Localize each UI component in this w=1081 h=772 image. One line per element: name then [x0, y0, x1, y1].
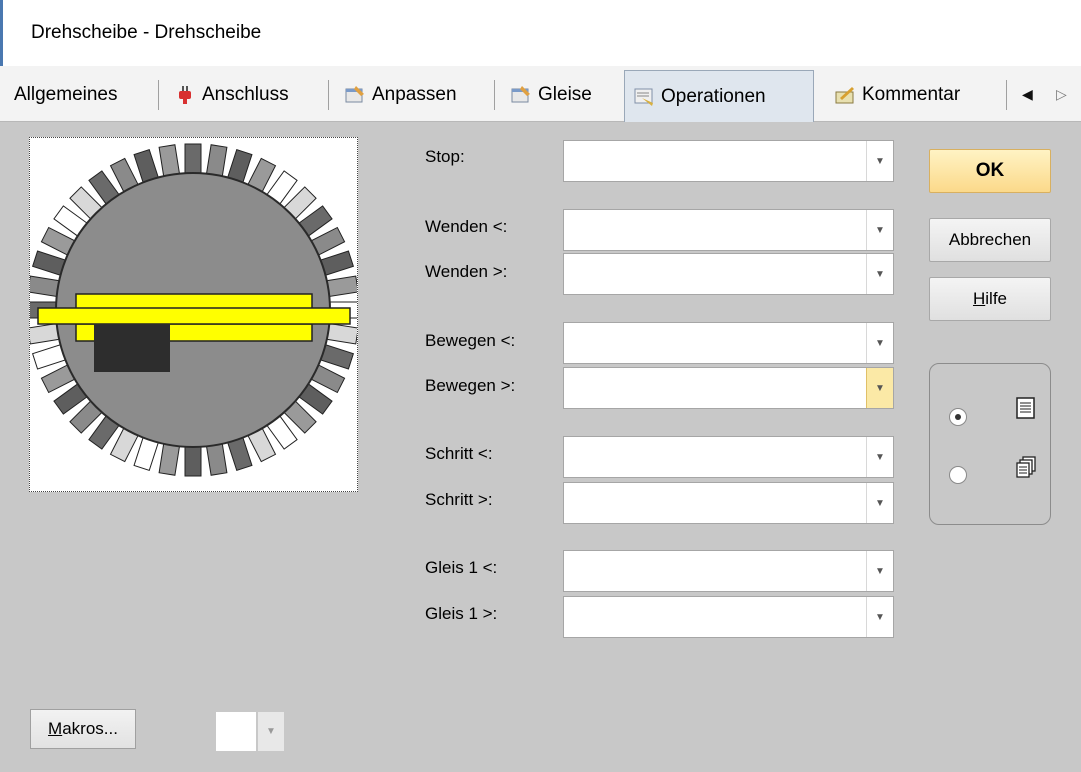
gleis1-left-combo[interactable]: ▼	[563, 550, 894, 592]
plug-icon	[179, 86, 191, 104]
tab-label: Allgemeines	[14, 84, 118, 105]
window-title: Drehscheibe - Drehscheibe	[31, 22, 262, 43]
tab-operationen[interactable]: Operationen	[624, 70, 814, 122]
tab-label: Anpassen	[372, 84, 457, 105]
schritt-right-combo[interactable]: ▼	[563, 482, 894, 524]
field-label-bewegen-left: Bewegen <:	[425, 331, 516, 350]
field-label-stop: Stop:	[425, 147, 465, 166]
chevron-down-icon[interactable]: ▼	[866, 483, 893, 523]
tab-allgemeines[interactable]: Allgemeines	[6, 72, 126, 118]
help-button[interactable]: Hilfe	[929, 277, 1051, 321]
tab-label: Operationen	[661, 85, 766, 107]
field-label-wenden-left: Wenden <:	[425, 217, 508, 236]
tab-label: Gleise	[538, 84, 592, 105]
cancel-button[interactable]: Abbrechen	[929, 218, 1051, 262]
gleis1-right-combo[interactable]: ▼	[563, 596, 894, 638]
field-label-gleis1-left: Gleis 1 <:	[425, 558, 498, 577]
tab-strip: Allgemeines Anschluss Anpassen Gleise Op…	[0, 66, 1081, 122]
pages-view-icon	[1016, 456, 1036, 478]
chevron-down-icon[interactable]: ▼	[866, 210, 893, 250]
field-label-schritt-left: Schritt <:	[425, 444, 493, 463]
turntable-stall	[158, 442, 181, 476]
turntable-preview	[26, 137, 360, 492]
macro-select[interactable]: ▼	[216, 712, 284, 751]
turntable-stall	[158, 144, 181, 178]
turntable-stall	[325, 322, 359, 345]
macros-button[interactable]: Makros...	[30, 709, 136, 749]
ok-button[interactable]: OK	[929, 149, 1051, 193]
view-mode-group	[929, 363, 1051, 525]
turntable-stall	[325, 275, 359, 298]
turntable-stall	[205, 442, 228, 476]
turntable-stall	[205, 144, 228, 178]
field-label-gleis1-right: Gleis 1 >:	[425, 604, 498, 623]
wenden-right-combo[interactable]: ▼	[563, 253, 894, 295]
turntable-stall	[184, 445, 202, 477]
chevron-down-icon[interactable]: ▼	[866, 368, 893, 408]
tracks-icon	[511, 86, 530, 103]
stop-combo[interactable]: ▼	[563, 140, 894, 182]
turntable-stall	[184, 143, 202, 175]
turntable-stall	[27, 322, 61, 345]
bewegen-right-combo[interactable]: ▼	[563, 367, 894, 409]
list-view-icon	[1016, 397, 1035, 419]
field-label-wenden-right: Wenden >:	[425, 262, 508, 281]
tab-kommentar[interactable]: Kommentar	[826, 72, 968, 118]
chevron-down-icon[interactable]: ▼	[258, 712, 284, 751]
field-label-bewegen-right: Bewegen >:	[425, 376, 516, 395]
bewegen-left-combo[interactable]: ▼	[563, 322, 894, 364]
title-bar: Drehscheibe - Drehscheibe	[0, 0, 1081, 66]
comment-icon	[835, 87, 854, 104]
customize-icon	[345, 86, 364, 103]
chevron-down-icon[interactable]: ▼	[866, 597, 893, 637]
tab-anpassen[interactable]: Anpassen	[336, 72, 465, 118]
tab-anschluss[interactable]: Anschluss	[166, 72, 297, 118]
wenden-left-combo[interactable]: ▼	[563, 209, 894, 251]
macro-select-field[interactable]	[216, 712, 256, 751]
tab-gleise[interactable]: Gleise	[502, 72, 600, 118]
chevron-down-icon[interactable]: ▼	[866, 141, 893, 181]
view-pages-radio[interactable]	[949, 466, 967, 484]
chevron-down-icon[interactable]: ▼	[866, 254, 893, 294]
turntable-stall	[27, 275, 61, 298]
turntable-diagram	[26, 143, 360, 477]
tab-scroll-right-icon[interactable]: ▷	[1056, 86, 1067, 103]
schritt-left-combo[interactable]: ▼	[563, 436, 894, 478]
view-list-radio[interactable]	[949, 408, 967, 426]
tab-label: Kommentar	[862, 84, 961, 105]
chevron-down-icon[interactable]: ▼	[866, 551, 893, 591]
chevron-down-icon[interactable]: ▼	[866, 323, 893, 363]
tab-scroll-left-icon[interactable]: ◀	[1022, 86, 1033, 103]
tab-label: Anschluss	[202, 84, 289, 105]
field-label-schritt-right: Schritt >:	[425, 490, 493, 509]
operations-icon	[634, 88, 653, 106]
chevron-down-icon[interactable]: ▼	[866, 437, 893, 477]
